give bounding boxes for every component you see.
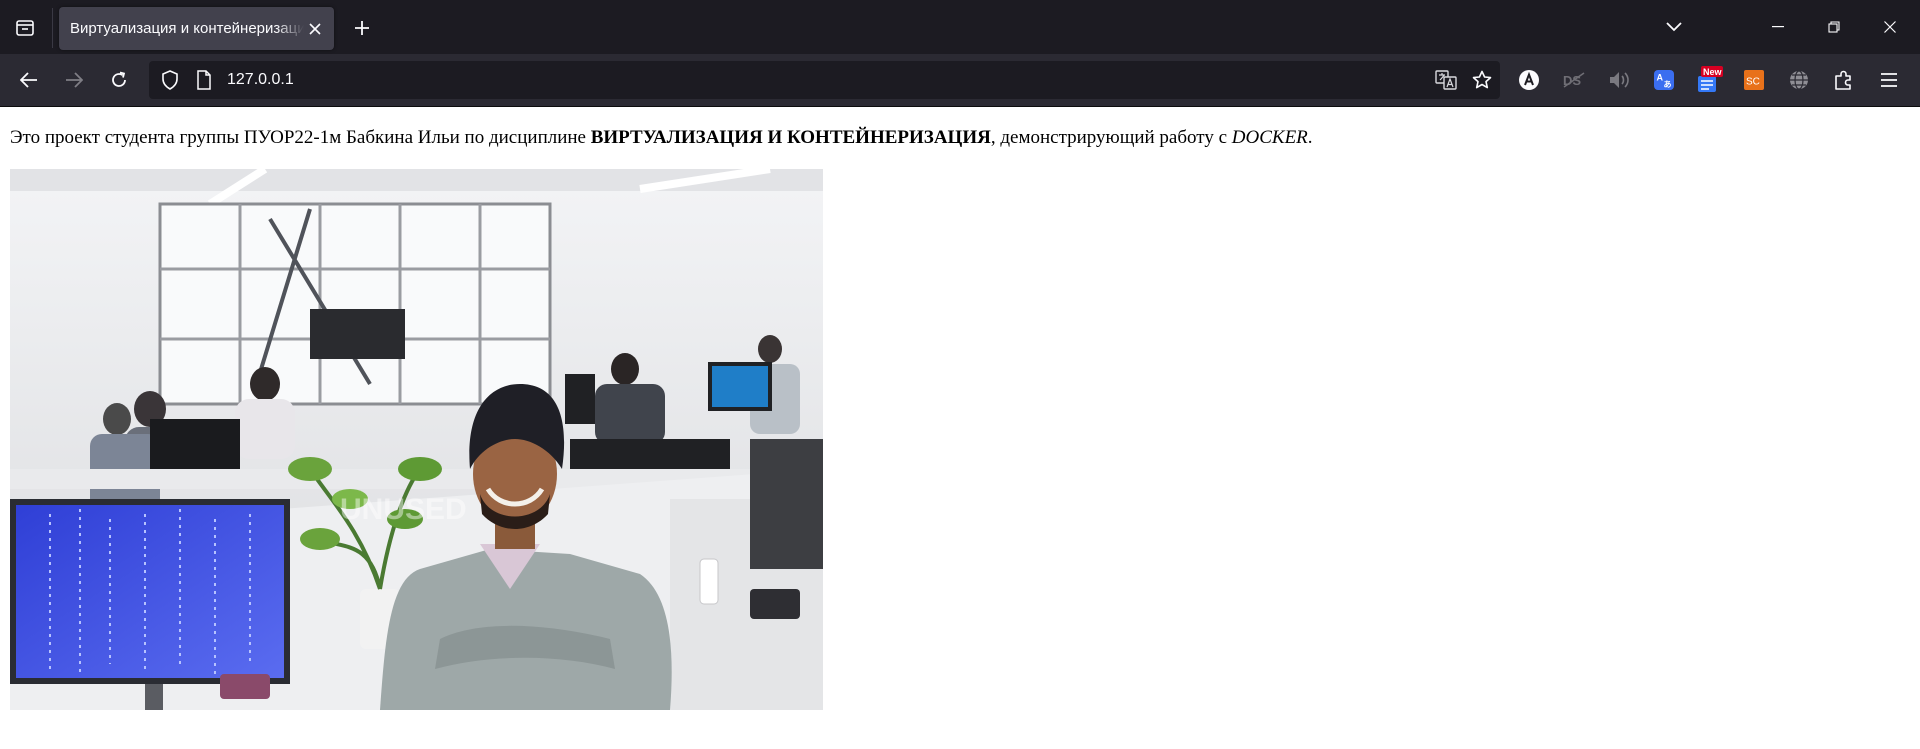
close-icon <box>309 23 321 35</box>
extension-globe-button[interactable] <box>1784 65 1814 95</box>
minimize-button[interactable] <box>1750 0 1806 54</box>
extension-translator-button[interactable]: A あ <box>1649 65 1679 95</box>
svg-text:A: A <box>1657 73 1664 83</box>
arrow-right-icon <box>66 72 83 88</box>
app-menu-button[interactable] <box>1874 65 1904 95</box>
speaker-icon <box>1610 72 1629 88</box>
plus-icon <box>355 21 369 35</box>
translate-page-button[interactable] <box>1435 69 1457 91</box>
translator-icon: A あ <box>1654 70 1674 90</box>
close-icon <box>1884 21 1896 33</box>
letter-a-circle-icon <box>1519 70 1539 90</box>
tracking-protection-icon[interactable] <box>159 69 181 91</box>
ds-icon: DS <box>1563 72 1585 88</box>
intro-paragraph: Это проект студента группы ПУОР22-1м Баб… <box>10 127 1313 149</box>
extension-disabled-ds-button[interactable]: DS <box>1559 65 1589 95</box>
forward-button[interactable] <box>56 62 92 98</box>
tab-strip-divider <box>52 8 53 48</box>
restore-icon <box>1828 21 1840 33</box>
intro-docker-italic: DOCKER <box>1231 127 1308 148</box>
intro-text-middle: , демонстрирующий работу с <box>990 127 1232 148</box>
puzzle-piece-icon <box>1835 70 1851 90</box>
tab-title: Виртуализация и контейнеризация <box>70 20 304 37</box>
site-info-icon[interactable] <box>193 69 215 91</box>
extension-sc-button[interactable]: SC <box>1739 65 1769 95</box>
extension-audio-button[interactable] <box>1604 65 1634 95</box>
intro-text-end: . <box>1307 127 1313 148</box>
reload-icon <box>112 71 126 87</box>
sc-badge-label: SC <box>1746 77 1760 88</box>
hamburger-menu-icon <box>1881 73 1897 87</box>
restore-button[interactable] <box>1806 0 1862 54</box>
back-button[interactable] <box>11 62 47 98</box>
office-photo-illustration: UNUSED <box>10 169 823 710</box>
globe-icon <box>1790 70 1808 90</box>
new-tab-button[interactable] <box>345 11 379 45</box>
firefox-view-button[interactable] <box>8 11 42 45</box>
translate-icon <box>1435 70 1457 90</box>
minimize-icon <box>1772 26 1784 28</box>
office-photo: UNUSED <box>10 169 823 710</box>
tab-active[interactable]: Виртуализация и контейнеризация <box>59 7 334 50</box>
star-icon <box>1472 70 1492 89</box>
tab-close-button[interactable] <box>304 18 326 40</box>
chevron-down-icon <box>1666 22 1682 32</box>
news-icon: New <box>1698 66 1723 92</box>
svg-text:あ: あ <box>1664 80 1672 89</box>
sc-icon: SC <box>1744 70 1764 90</box>
new-badge: New <box>1703 67 1723 77</box>
photo-watermark: UNUSED <box>340 493 467 526</box>
arrow-left-icon <box>20 72 37 88</box>
extensions-menu-button[interactable] <box>1829 65 1859 95</box>
nav-toolbar: 127.0.0.1 DS <box>0 54 1920 107</box>
extension-news-button[interactable]: New <box>1694 65 1724 95</box>
window-close-button[interactable] <box>1862 0 1918 54</box>
address-bar[interactable]: 127.0.0.1 <box>149 61 1500 99</box>
intro-text-start: Это проект студента группы ПУОР22-1м Баб… <box>10 127 591 148</box>
reload-button[interactable] <box>101 62 137 98</box>
tab-strip: Виртуализация и контейнеризация <box>0 0 1920 54</box>
shield-icon <box>162 70 178 90</box>
intro-discipline-bold: ВИРТУАЛИЗАЦИЯ И КОНТЕЙНЕРИЗАЦИЯ <box>590 127 991 148</box>
list-all-tabs-button[interactable] <box>1656 10 1692 44</box>
page-icon <box>197 70 211 90</box>
bookmark-star-button[interactable] <box>1471 69 1493 91</box>
extension-a-button[interactable] <box>1514 65 1544 95</box>
firefox-view-icon <box>16 20 34 36</box>
address-url[interactable]: 127.0.0.1 <box>227 71 294 89</box>
